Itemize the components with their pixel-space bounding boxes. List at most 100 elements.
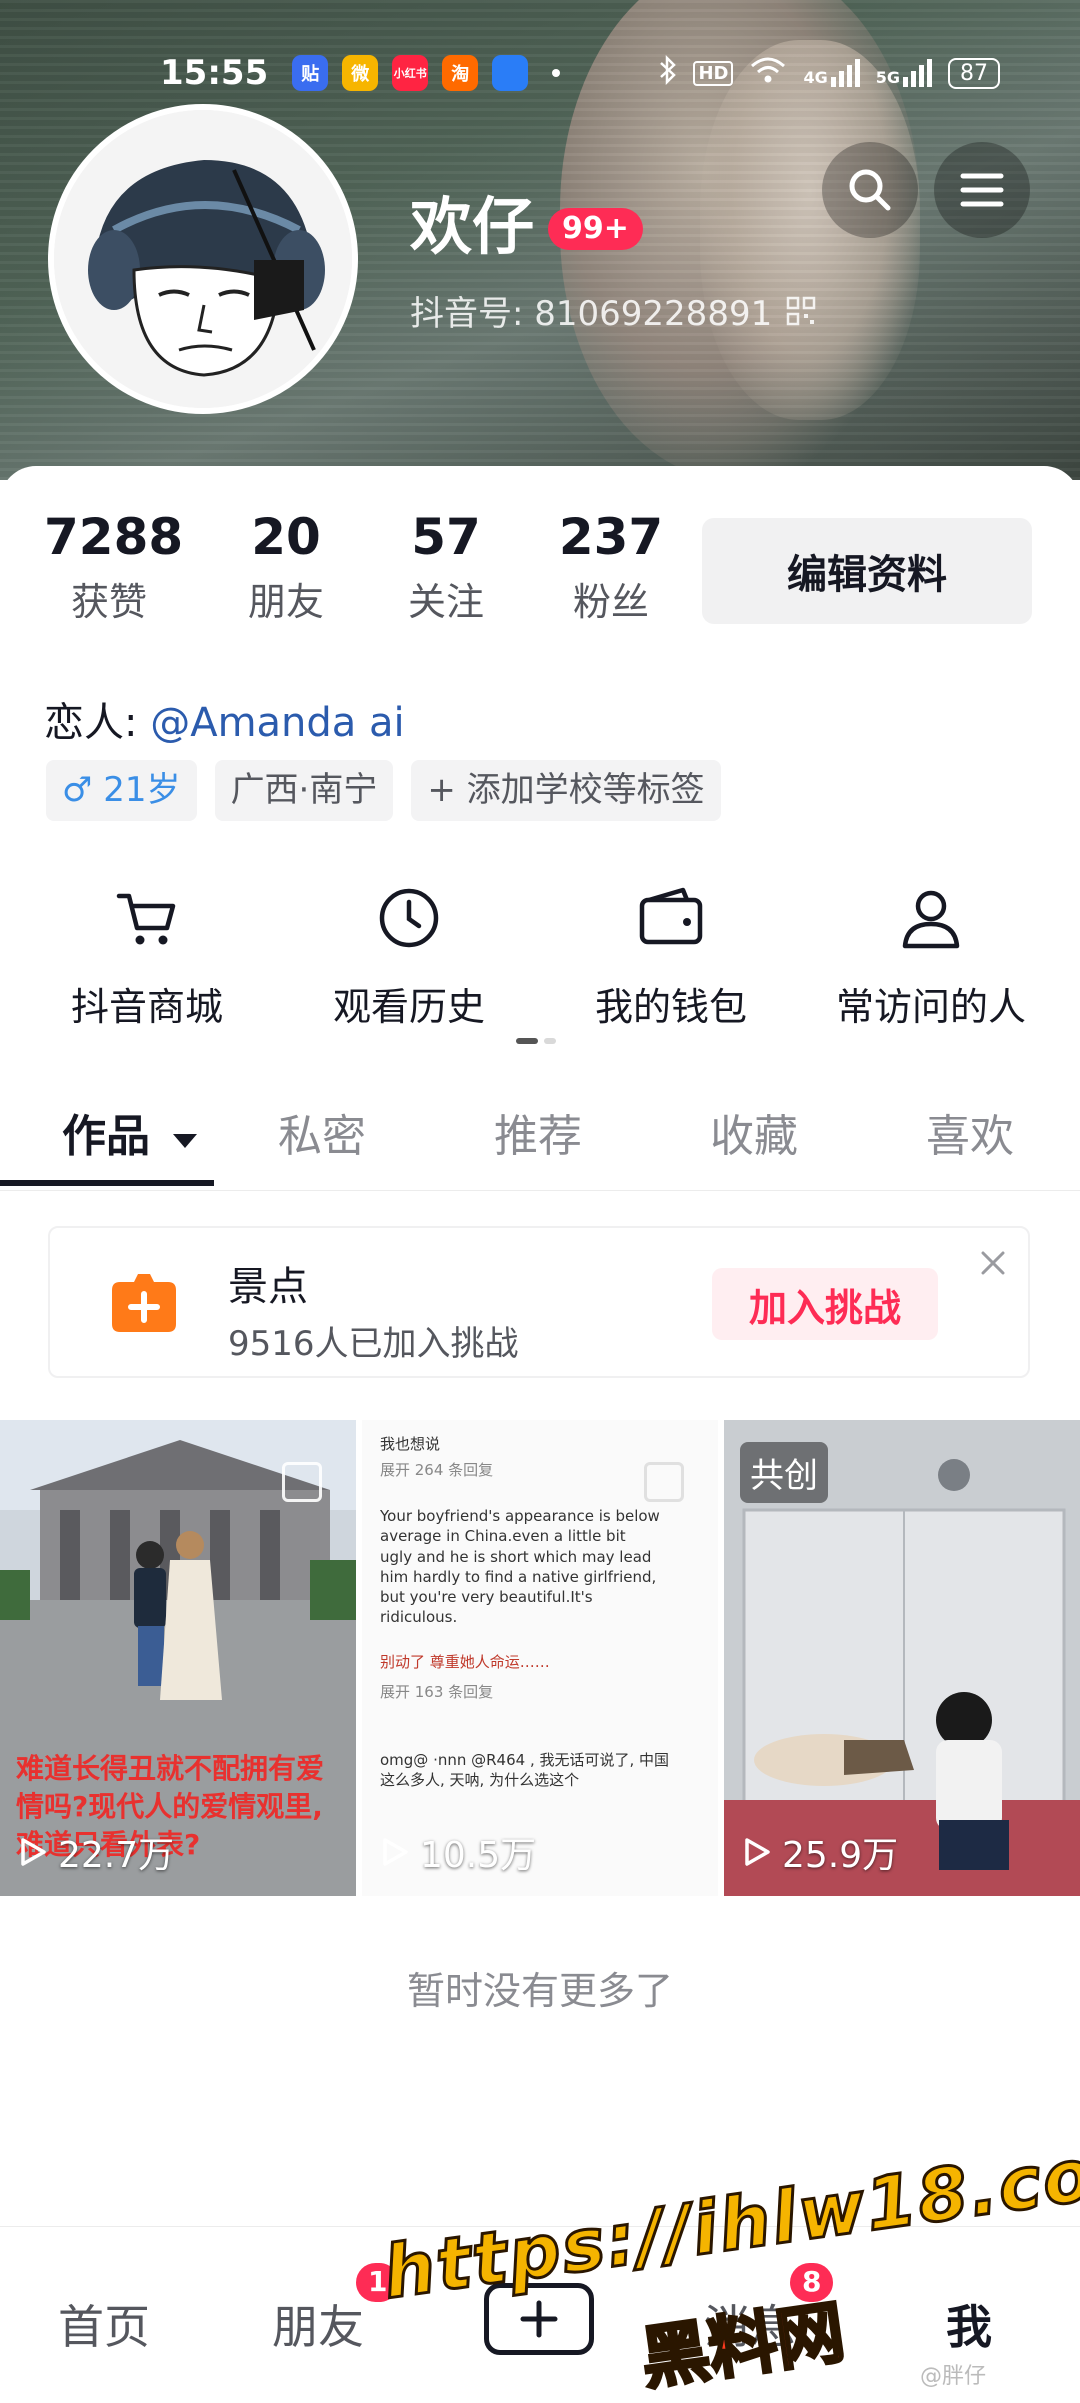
pager-dot — [544, 1038, 556, 1044]
comment-text: Your boyfriend's appearance is below ave… — [380, 1507, 660, 1627]
clock-icon — [379, 888, 439, 948]
wifi-icon — [749, 56, 787, 90]
stat-followers-value: 237 — [558, 508, 664, 566]
wallet-icon — [639, 887, 703, 945]
status-time: 15:55 — [160, 53, 269, 93]
active-tab-indicator — [0, 1180, 214, 1186]
stat-followers[interactable]: 237 粉丝 — [556, 510, 666, 626]
view-count: 25.9万 — [742, 1826, 898, 1878]
avatar[interactable] — [48, 104, 358, 414]
tab-private[interactable]: 私密 — [278, 1100, 366, 1164]
play-icon — [383, 1838, 408, 1866]
notification-badge[interactable]: 99+ — [548, 208, 643, 250]
challenge-title: 景点 — [228, 1264, 308, 1310]
qr-code-icon — [786, 296, 816, 325]
shortcut-history-label: 观看历史 — [332, 985, 485, 1029]
select-checkbox[interactable] — [644, 1462, 684, 1502]
video-thumbnail[interactable]: 难道长得丑就不配拥有爱情吗?现代人的爱情观里,难道只看外表? 22.7万 — [0, 1420, 356, 1896]
tab-works-label: 作品 — [62, 1111, 150, 1162]
shortcut-frequent-visitors[interactable]: 常访问的人 — [796, 880, 1066, 1031]
hd-icon: HD — [693, 60, 734, 86]
search-button[interactable] — [822, 142, 918, 238]
shortcut-wallet-label: 我的钱包 — [594, 985, 747, 1029]
cart-icon — [116, 893, 176, 945]
content-tabs: 作品 私密 推荐 收藏 喜欢 — [0, 1090, 1080, 1191]
nav-friends[interactable]: 朋友 — [272, 2291, 364, 2357]
stat-following-label: 关注 — [407, 580, 484, 624]
stat-friends-label: 朋友 — [247, 580, 324, 624]
stat-likes-label: 获赞 — [70, 580, 147, 624]
plus-icon — [520, 2300, 558, 2338]
view-count: 10.5万 — [380, 1826, 536, 1878]
caret-down-icon — [173, 1134, 198, 1148]
comment-text: 别动了 尊重她人命运…… — [380, 1653, 550, 1671]
comment-replies: 展开 264 条回复 — [380, 1461, 494, 1479]
weibo-watermark: @胖仔 — [920, 2364, 987, 2389]
close-icon[interactable] — [978, 1248, 1008, 1278]
profile-name: 欢仔 — [410, 190, 535, 263]
stat-following-value: 57 — [411, 508, 481, 566]
status-indicators: HD 4G 5G 87 — [659, 54, 1000, 91]
avatar-illustration — [54, 110, 352, 408]
view-count: 22.7万 — [18, 1826, 174, 1878]
view-count-value: 25.9万 — [782, 1835, 899, 1876]
notification-dot-icon — [552, 69, 561, 77]
battery-indicator: 87 — [948, 57, 1000, 89]
tab-likes[interactable]: 喜欢 — [926, 1100, 1014, 1164]
camera-plus-icon — [112, 1274, 176, 1332]
stat-following[interactable]: 57 关注 — [396, 510, 496, 626]
douyin-id[interactable]: 抖音号: 81069228891 — [410, 286, 816, 335]
select-checkbox[interactable] — [282, 1462, 322, 1502]
menu-button[interactable] — [934, 142, 1030, 238]
signal-4g-icon: 4G — [803, 59, 860, 87]
stat-friends-value: 20 — [251, 508, 321, 566]
view-count-value: 10.5万 — [420, 1835, 537, 1876]
challenge-card[interactable]: 景点 9516人已加入挑战 加入挑战 — [48, 1226, 1030, 1378]
tab-recommend[interactable]: 推荐 — [494, 1100, 582, 1164]
weibo-icon: 微 — [342, 55, 379, 91]
play-icon — [745, 1838, 770, 1866]
status-bar: 15:55 贴 微 小红书 淘 HD 4G 5G 87 — [160, 48, 1000, 98]
taobao-icon: 淘 — [442, 55, 479, 91]
nav-home[interactable]: 首页 — [58, 2291, 150, 2357]
shortcut-history[interactable]: 观看历史 — [274, 880, 544, 1031]
gender-age-tag[interactable]: ♂ 21岁 — [46, 760, 197, 822]
view-count-value: 22.7万 — [58, 1835, 175, 1876]
add-school-tag[interactable]: + 添加学校等标签 — [411, 760, 721, 822]
edit-profile-button[interactable]: 编辑资料 — [702, 518, 1032, 624]
comment-replies: 展开 163 条回复 — [380, 1683, 494, 1701]
video-thumbnail[interactable]: 共创 25.9万 — [724, 1420, 1080, 1896]
bluetooth-icon — [659, 54, 677, 91]
stat-followers-label: 粉丝 — [572, 580, 649, 624]
shortcut-wallet[interactable]: 我的钱包 — [536, 880, 806, 1031]
location-tag[interactable]: 广西·南宁 — [214, 760, 394, 822]
person-icon — [902, 890, 960, 949]
comment-text: omg@ ·nnn @R464 , 我无话可说了, 中国这么多人, 天呐, 为什… — [380, 1751, 670, 1790]
tab-works[interactable]: 作品 — [62, 1100, 199, 1164]
nav-me[interactable]: 我 — [946, 2291, 992, 2357]
co-creation-badge: 共创 — [740, 1442, 828, 1503]
xiaohongshu-icon: 小红书 — [392, 55, 429, 91]
challenge-subtitle: 9516人已加入挑战 — [228, 1324, 519, 1364]
stat-likes-value: 7288 — [44, 508, 184, 566]
tab-favorites[interactable]: 收藏 — [710, 1100, 798, 1164]
signal-5g-icon: 5G — [876, 59, 932, 87]
stat-likes[interactable]: 7288 获赞 — [44, 508, 184, 626]
comment-text: 我也想说 — [380, 1435, 441, 1453]
video-thumbnail[interactable]: 我也想说 展开 264 条回复 Your boyfriend's appeara… — [362, 1420, 718, 1896]
search-icon — [849, 169, 891, 211]
menu-icon — [960, 173, 1004, 207]
pager-dot-active — [516, 1038, 538, 1044]
shortcut-shop-label: 抖音商城 — [70, 985, 223, 1029]
shortcut-shop[interactable]: 抖音商城 — [12, 880, 282, 1031]
no-more-text: 暂时没有更多了 — [406, 1969, 673, 2013]
app-blue-icon — [492, 55, 529, 91]
partner-handle-link[interactable]: @Amanda ai — [150, 700, 404, 746]
stat-friends[interactable]: 20 朋友 — [236, 510, 336, 626]
join-challenge-button[interactable]: 加入挑战 — [712, 1268, 938, 1340]
partner-line: 恋人: @Amanda ai — [44, 690, 405, 748]
douyin-id-text: 抖音号: 81069228891 — [410, 294, 773, 334]
play-icon — [21, 1838, 46, 1866]
partner-label: 恋人: — [44, 700, 138, 746]
shortcut-pager — [516, 1038, 556, 1044]
